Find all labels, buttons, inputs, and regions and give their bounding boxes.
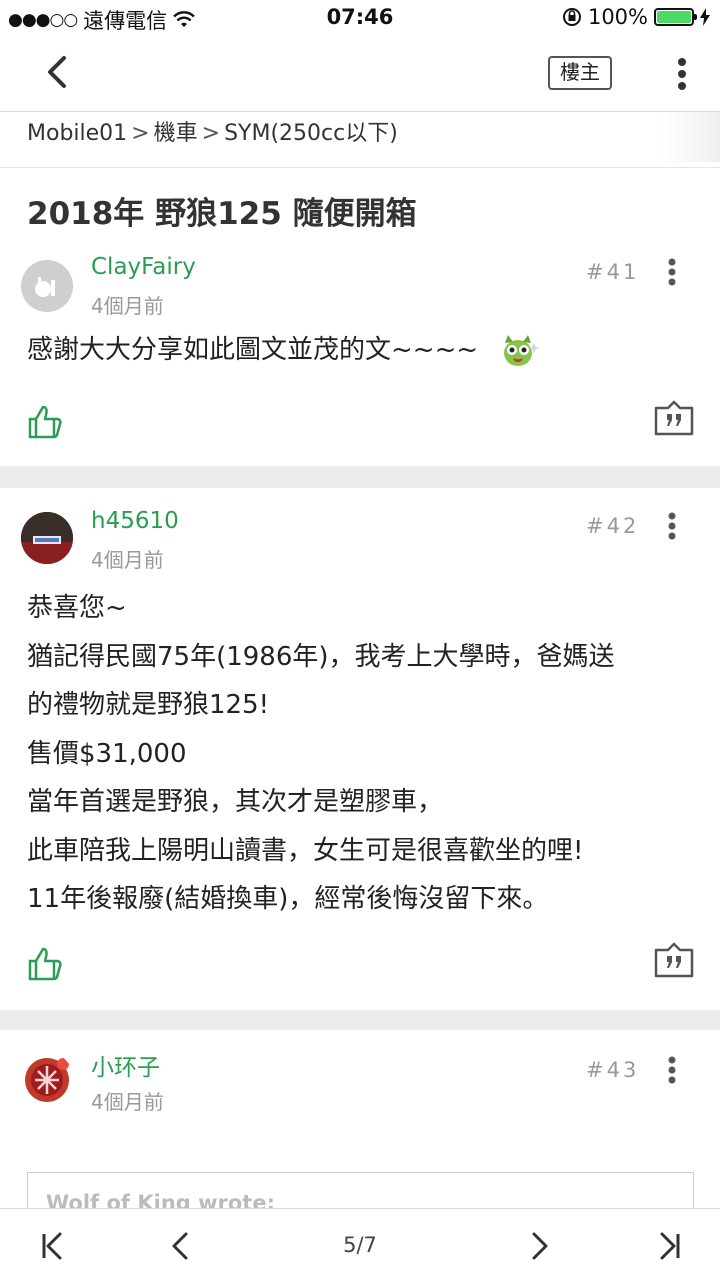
- nav-bar: 樓主: [0, 36, 720, 112]
- quote-icon: [654, 400, 694, 436]
- battery-icon: [654, 8, 697, 26]
- page-indicator[interactable]: 5/7: [0, 1233, 720, 1257]
- thumbs-up-icon: [28, 947, 62, 981]
- post-divider: [0, 1010, 720, 1030]
- post-username[interactable]: h45610: [91, 508, 179, 534]
- post-content: 恭喜您~ 猶記得民國75年(1986年)，我考上大學時，爸媽送 的禮物就是野狼1…: [27, 584, 615, 924]
- avatar[interactable]: [21, 1052, 73, 1104]
- breadcrumb-item-home[interactable]: Mobile01: [27, 112, 127, 156]
- post-username[interactable]: ClayFairy: [91, 254, 196, 280]
- thread-title: 2018年 野狼125 隨便開箱: [27, 196, 417, 232]
- chevron-left-icon: [48, 56, 66, 88]
- post-line: 售價$31,000: [27, 738, 187, 769]
- post-more-button[interactable]: [660, 1052, 684, 1088]
- post-username[interactable]: 小环子: [91, 1048, 160, 1082]
- vertical-dots-icon: [668, 512, 676, 540]
- vertical-dots-icon: [678, 58, 686, 90]
- charging-icon: [700, 8, 710, 26]
- chevron-right-icon: [532, 1232, 548, 1260]
- skip-to-last-icon: [660, 1232, 680, 1260]
- like-button[interactable]: [27, 946, 63, 982]
- avatar[interactable]: [21, 512, 73, 564]
- breadcrumb-fade: [660, 112, 720, 162]
- orientation-lock-icon: [562, 8, 581, 26]
- post-41: ClayFairy 4個月前 #41 感謝大大分享如此圖文並茂的文~~~~: [0, 240, 720, 466]
- vertical-dots-icon: [668, 258, 676, 286]
- next-page-button[interactable]: [524, 1231, 554, 1261]
- breadcrumb: Mobile01 > 機車 > SYM(250cc以下): [0, 112, 720, 168]
- battery-percent: 100%: [587, 5, 648, 29]
- breadcrumb-item-category[interactable]: 機車: [154, 112, 198, 156]
- thumbs-up-icon: [28, 405, 62, 439]
- vertical-dots-icon: [668, 1056, 676, 1084]
- last-page-button[interactable]: [654, 1231, 684, 1261]
- post-line: 11年後報廢(結婚換車)，經常後悔沒留下來。: [27, 884, 549, 914]
- breadcrumb-separator: >: [131, 121, 150, 146]
- default-avatar-icon: [21, 260, 73, 312]
- more-options-button[interactable]: [664, 54, 700, 94]
- post-divider: [0, 466, 720, 488]
- post-line: 感謝大大分享如此圖文並茂的文~~~~: [27, 335, 479, 365]
- post-line: 猶記得民國75年(1986年)，我考上大學時，爸媽送: [27, 641, 615, 672]
- post-time: 4個月前: [91, 294, 164, 318]
- post-time: 4個月前: [91, 1090, 164, 1114]
- owl-emoticon-icon: [504, 334, 541, 366]
- breadcrumb-separator: >: [201, 121, 221, 146]
- like-button[interactable]: [27, 404, 63, 440]
- op-only-button[interactable]: 樓主: [548, 56, 612, 90]
- post-time: 4個月前: [91, 548, 164, 572]
- pagination-bar: 5/7: [0, 1208, 720, 1280]
- post-more-button[interactable]: [660, 508, 684, 544]
- post-more-button[interactable]: [660, 254, 684, 290]
- breadcrumb-item-forum[interactable]: SYM(250cc以下): [224, 112, 398, 156]
- quote-icon: [654, 942, 694, 978]
- post-line: 當年首選是野狼，其次才是塑膠車，: [27, 787, 444, 817]
- post-line: 此車陪我上陽明山讀書，女生可是很喜歡坐的哩!: [27, 835, 584, 866]
- quote-reply-button[interactable]: [654, 942, 694, 978]
- user-avatar-photo-icon: [21, 512, 73, 564]
- avatar[interactable]: [21, 260, 73, 312]
- post-floor-number: #43: [586, 1058, 640, 1082]
- user-avatar-emblem-icon: [25, 1058, 69, 1102]
- post-line: 恭喜您~: [27, 593, 127, 623]
- post-content: 感謝大大分享如此圖文並茂的文~~~~: [27, 326, 542, 375]
- status-bar: ●●●○○ 遠傳電信 07:46 100%: [0, 0, 720, 36]
- quote-reply-button[interactable]: [654, 400, 694, 436]
- post-line: 的禮物就是野狼125!: [27, 690, 270, 720]
- post-42: h45610 4個月前 #42 恭喜您~ 猶記得民國75年(1986年)，我考上…: [0, 488, 720, 1010]
- post-floor-number: #42: [586, 514, 640, 538]
- back-button[interactable]: [36, 50, 80, 94]
- post-floor-number: #41: [586, 260, 640, 284]
